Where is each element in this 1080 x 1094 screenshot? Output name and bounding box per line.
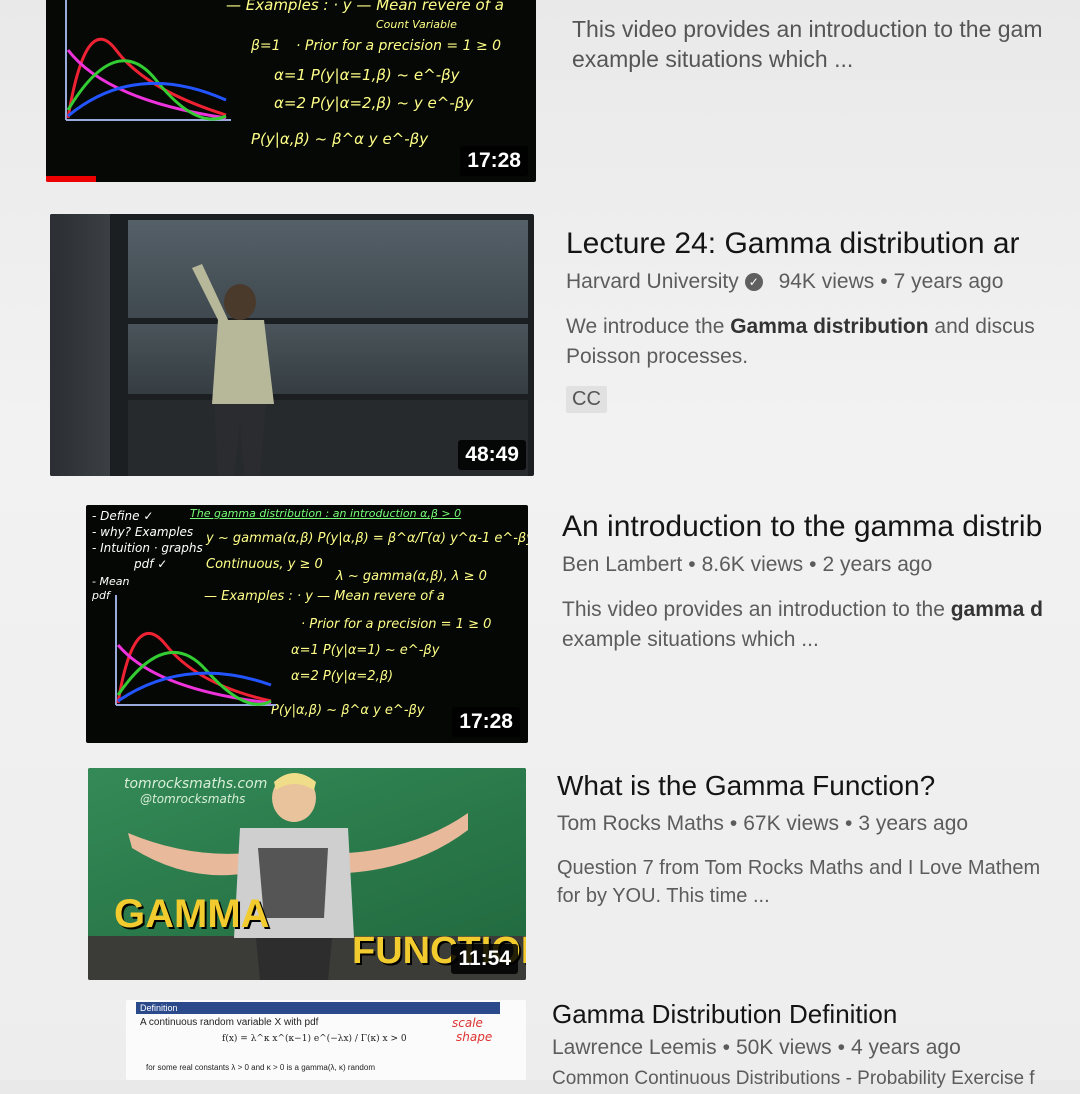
watch-progress-bar: [46, 176, 96, 182]
board-line: - Intuition · graphs: [92, 541, 203, 555]
view-count: 8.6K views: [701, 553, 804, 576]
video-duration: 17:28: [452, 707, 520, 737]
channel-name[interactable]: Ben Lambert: [562, 553, 682, 576]
board-line: α=2 P(y|α=2,β) ~ y e^-βy: [274, 94, 474, 112]
thumbnail-formula: f(x) = λ^κ x^(κ−1) e^(−λx) / Γ(κ) x > 0: [222, 1034, 407, 1044]
video-result-1[interactable]: — Examples : · y — Mean revere of a Coun…: [0, 0, 1080, 190]
cc-badge: CC: [566, 386, 607, 413]
board-line: - Mean: [92, 575, 130, 588]
board-line: — Examples : · y — Mean revere of a: [226, 0, 504, 14]
video-meta: Ben Lambert • 8.6K views • 2 years ago: [562, 553, 933, 576]
view-count: 50K views: [735, 1036, 832, 1059]
upload-age: 4 years ago: [851, 1036, 961, 1059]
board-line: β=1: [251, 38, 281, 54]
board-line: pdf ✓: [134, 557, 168, 571]
thumbnail-header: Definition: [136, 1002, 500, 1014]
board-line: The gamma distribution : an introduction…: [190, 507, 462, 520]
video-result-4[interactable]: tomrocksmaths.com @tomrocksmaths GAMMA F…: [0, 768, 1080, 983]
upload-age: 2 years ago: [822, 553, 933, 576]
board-line: · Prior for a precision = 1 ≥ 0: [296, 38, 502, 54]
board-line: - why? Examples: [92, 525, 194, 539]
channel-name[interactable]: Harvard University: [566, 270, 739, 293]
board-line: P(y|α,β) ~ β^α y e^-βy: [271, 703, 425, 718]
view-count: 67K views: [743, 812, 839, 835]
board-line: α=1 P(y|α=1,β) ~ e^-βy: [274, 66, 460, 84]
video-thumbnail[interactable]: 48:49: [50, 214, 534, 476]
video-thumbnail[interactable]: Definition A continuous random variable …: [126, 1000, 526, 1080]
view-count: 94K views: [778, 270, 875, 293]
video-description: Common Continuous Distributions - Probab…: [552, 1068, 1035, 1089]
video-thumbnail[interactable]: — Examples : · y — Mean revere of a Coun…: [46, 0, 536, 182]
video-description: We introduce the Gamma distribution and …: [566, 315, 1035, 368]
thumbnail-line: for some real constants λ > 0 and κ > 0 …: [146, 1063, 375, 1072]
video-title[interactable]: Gamma Distribution Definition: [552, 996, 1035, 1032]
video-duration: 17:28: [460, 146, 528, 176]
video-thumbnail[interactable]: tomrocksmaths.com @tomrocksmaths GAMMA F…: [88, 768, 526, 980]
video-title[interactable]: What is the Gamma Function?: [557, 768, 1040, 804]
board-line: α=1 P(y|α=1) ~ e^-βy: [291, 643, 440, 658]
video-title[interactable]: Lecture 24: Gamma distribution ar: [566, 226, 1035, 262]
video-meta: Harvard University ✓ 94K views • 7 years ag…: [566, 270, 1004, 293]
video-duration: 11:54: [451, 944, 518, 974]
video-meta: Lawrence Leemis • 50K views • 4 years ago: [552, 1036, 961, 1059]
video-title[interactable]: An introduction to the gamma distrib: [562, 509, 1043, 545]
video-result-5[interactable]: Definition A continuous random variable …: [0, 999, 1080, 1089]
board-line: Count Variable: [376, 18, 457, 31]
board-line: y ~ gamma(α,β) P(y|α,β) = β^α/Γ(α) y^α-1…: [206, 531, 528, 546]
video-description: This video provides an introduction to t…: [562, 598, 1043, 651]
lecturer-image: [192, 264, 274, 476]
verified-icon: ✓: [744, 273, 763, 292]
channel-name[interactable]: Tom Rocks Maths: [557, 812, 724, 835]
video-meta: Tom Rocks Maths • 67K views • 3 years ago: [557, 812, 969, 835]
board-line: Continuous, y ≥ 0: [206, 557, 323, 572]
chalkboard-graph: [115, 595, 276, 706]
thumbnail-note: scale: [452, 1016, 483, 1030]
upload-age: 3 years ago: [858, 812, 969, 835]
video-description: This video provides an introduction to t…: [572, 16, 1043, 72]
video-result-3[interactable]: - Define ✓ - why? Examples - Intuition ·…: [0, 505, 1080, 745]
board-line: α=2 P(y|α=2,β): [291, 669, 394, 684]
video-thumbnail[interactable]: - Define ✓ - why? Examples - Intuition ·…: [86, 505, 528, 743]
channel-name[interactable]: Lawrence Leemis: [552, 1036, 717, 1059]
video-result-2[interactable]: 48:49 Lecture 24: Gamma distribution ar …: [0, 214, 1080, 479]
blackboard-image: [50, 214, 110, 476]
thumbnail-line: A continuous random variable X with pdf: [140, 1017, 319, 1028]
board-line: · Prior for a precision = 1 ≥ 0: [301, 617, 492, 632]
board-line: λ ~ gamma(α,β), λ ≥ 0: [336, 569, 487, 584]
board-line: - Define ✓: [92, 509, 154, 523]
chalkboard-graph: [65, 0, 231, 121]
video-description: Question 7 from Tom Rocks Maths and I Lo…: [557, 857, 1041, 907]
upload-age: 7 years ago: [893, 270, 1004, 293]
video-duration: 48:49: [458, 440, 526, 470]
thumbnail-note: shape: [456, 1030, 493, 1044]
thumbnail-gamma-label: GAMMA: [114, 892, 270, 936]
board-line: P(y|α,β) ~ β^α y e^-βy: [251, 130, 429, 148]
